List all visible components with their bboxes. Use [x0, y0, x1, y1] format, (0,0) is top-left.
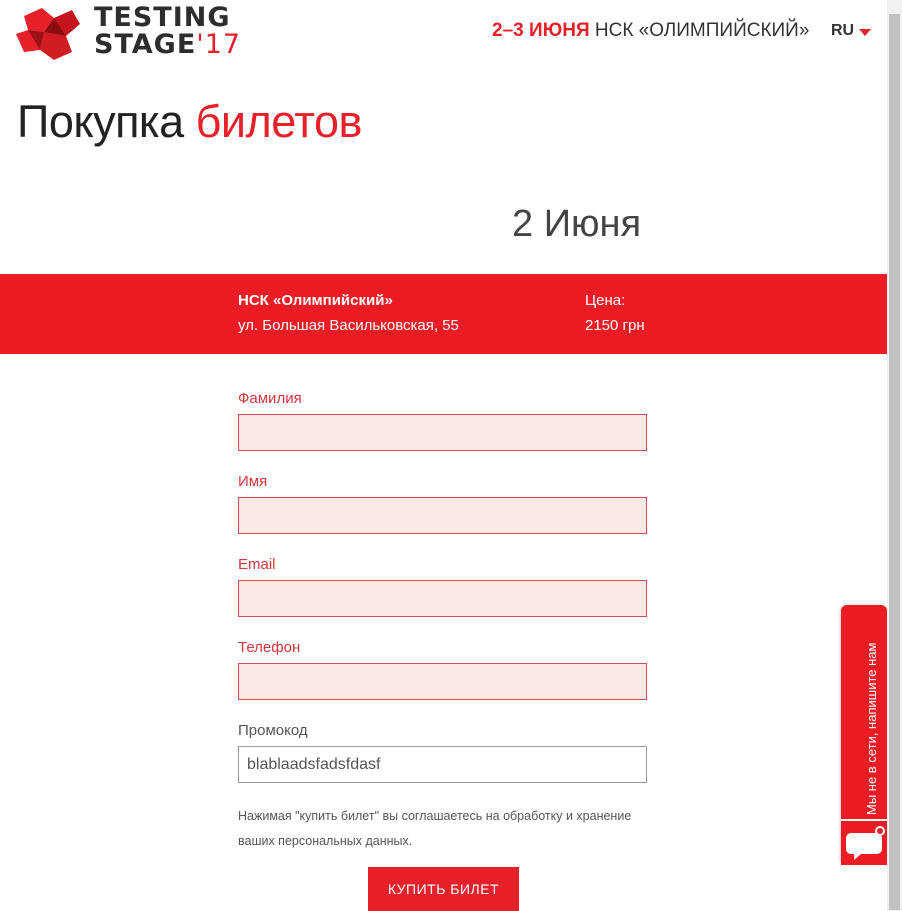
price-value: 2150 грн	[585, 317, 645, 334]
chat-bubble-icon[interactable]	[841, 819, 887, 865]
page-title-main: Покупка	[17, 96, 196, 147]
phone-input[interactable]	[238, 663, 647, 700]
phone-label: Телефон	[238, 639, 301, 656]
event-venue: НСК «ОЛИМПИЙСКИЙ»	[594, 20, 810, 41]
agreement-text: Нажимая "купить билет" вы соглашаетесь н…	[238, 809, 632, 848]
site-header: TESTING STAGE'17 2–3 ИЮНЯ НСК «ОЛИМПИЙСК…	[0, 0, 887, 64]
chat-widget[interactable]: Мы не в сети, напишите нам	[841, 605, 887, 865]
last-name-input[interactable]	[238, 414, 647, 451]
promo-input[interactable]	[238, 746, 647, 783]
last-name-label: Фамилия	[238, 390, 302, 407]
brand-stage: STAGE	[94, 29, 197, 60]
first-name-label: Имя	[238, 473, 268, 490]
venue-address: ул. Большая Васильковская, 55	[238, 317, 459, 334]
ticket-info-band: НСК «Олимпийский» ул. Большая Васильковс…	[0, 274, 887, 354]
venue-name: НСК «Олимпийский»	[238, 292, 393, 309]
page-title: Покупка билетов	[17, 96, 362, 148]
event-day: 2 Июня	[512, 203, 642, 245]
scrollbar-thumb[interactable]	[889, 14, 900, 910]
email-input[interactable]	[238, 580, 647, 617]
brand-line-2: STAGE'17	[94, 31, 241, 58]
event-dates: 2–3 ИЮНЯ	[492, 20, 590, 41]
brand-year: '17	[196, 29, 242, 60]
first-name-input[interactable]	[238, 497, 647, 534]
buy-ticket-button[interactable]: КУПИТЬ БИЛЕТ	[368, 867, 519, 911]
promo-label: Промокод	[238, 722, 308, 739]
page-title-accent: билетов	[195, 96, 363, 147]
caret-down-icon[interactable]	[859, 29, 871, 36]
brand-line-1: TESTING	[94, 2, 231, 33]
chat-label[interactable]: Мы не в сети, напишите нам	[864, 643, 879, 815]
testing-stage-logo[interactable]	[14, 4, 84, 62]
price-label: Цена:	[585, 292, 626, 309]
brand-wordmark: TESTING STAGE'17	[94, 4, 241, 58]
language-selector[interactable]: RU	[831, 22, 854, 40]
email-label: Email	[238, 556, 276, 573]
event-info: 2–3 ИЮНЯ НСК «ОЛИМПИЙСКИЙ»	[492, 20, 809, 42]
